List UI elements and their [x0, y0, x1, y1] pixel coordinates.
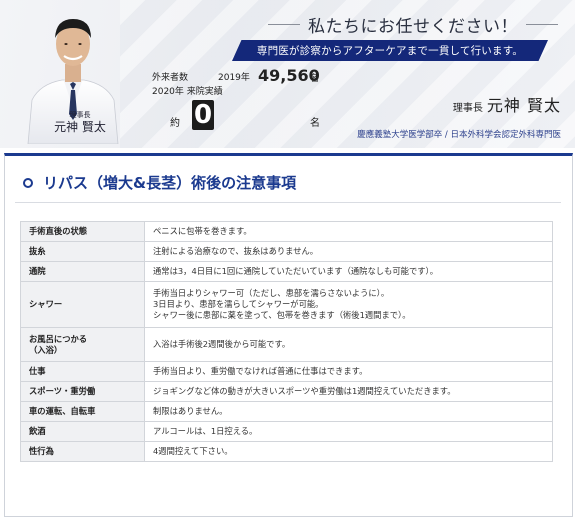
circle-bullet-icon — [23, 177, 33, 188]
table-row: 手術直後の状態 ペニスに包帯を巻きます。 — [20, 221, 553, 242]
outpatients-label: 外来者数 — [152, 73, 189, 83]
table-row: スポーツ・重労働 ジョギングなど体の動きが大きいスポーツや重労働は1週間控えていた… — [20, 381, 553, 402]
row-label: 通院 — [20, 261, 145, 282]
aftercare-table: 手術直後の状態 ペニスに包帯を巻きます。 抜糸 注射による治療なので、抜糸はありません… — [20, 221, 553, 462]
director-signature: 理事長 元神 賢太 慶應義塾大学医学部卒 / 日本外科学会認定外科専門医 — [357, 92, 561, 140]
subheadline-bar: 専門医が診察からアフターケアまで一貫して行います。 — [232, 40, 548, 61]
table-row: 飲酒 アルコールは、1日控える。 — [20, 421, 553, 442]
row-value: 通常は3，4日目に1回に通院していただいています（通院なしも可能です）。 — [144, 261, 553, 282]
headline-divider-right — [526, 23, 558, 25]
row-label: 車の運転、自転車 — [20, 401, 145, 422]
row-value: 入浴は手術後2週間後から可能です。 — [144, 327, 553, 362]
table-row: 車の運転、自転車 制限はありません。 — [20, 401, 553, 422]
row-label: 飲酒 — [20, 421, 145, 442]
director-name: 元神 賢太 — [486, 96, 561, 115]
doctor-caption: 理事長 元神 賢太 — [50, 111, 110, 134]
row-value: ペニスに包帯を巻きます。 — [144, 221, 553, 242]
row-value: ジョギングなど体の動きが大きいスポーツや重労働は1週間控えていただきます。 — [144, 381, 553, 402]
doctor-caption-title: 理事長 — [69, 111, 91, 119]
table-row: 通院 通常は3，4日目に1回に通院していただいています（通院なしも可能です）。 — [20, 261, 553, 282]
headline-text: 私たちにお任せください！ — [308, 16, 518, 37]
row-value: 4週間控えて下さい。 — [144, 441, 553, 462]
row-label: 性行為 — [20, 441, 145, 462]
row-label: お風呂につかる （入浴） — [20, 327, 145, 362]
director-role: 理事長 — [452, 103, 483, 114]
visits-label: 2020年 来院実績 — [152, 87, 223, 97]
section-divider — [15, 202, 561, 203]
visits-counter: 0 — [192, 100, 214, 130]
headline-divider-left — [268, 23, 300, 25]
outpatients-unit: 名 — [310, 74, 320, 84]
table-row: 抜糸 注射による治療なので、抜糸はありません。 — [20, 241, 553, 262]
section-title: リパス（増大&長茎）術後の注意事項 — [43, 174, 297, 192]
row-label: スポーツ・重労働 — [20, 381, 145, 402]
row-value: 手術当日よりシャワー可（ただし、患部を濡らさないように）。 3日目より、患部を濡… — [144, 281, 553, 328]
visits-unit: 名 — [310, 118, 320, 129]
table-row: シャワー 手術当日よりシャワー可（ただし、患部を濡らさないように）。 3日目より、… — [20, 281, 553, 328]
table-row: 仕事 手術当日より、重労働でなければ普通に仕事はできます。 — [20, 361, 553, 382]
headline: 私たちにお任せください！ — [268, 9, 558, 39]
row-label: 抜糸 — [20, 241, 145, 262]
doctor-caption-name: 元神 賢太 — [54, 120, 106, 134]
table-row: お風呂につかる （入浴） 入浴は手術後2週間後から可能です。 — [20, 327, 553, 362]
row-value: 注射による治療なので、抜糸はありません。 — [144, 241, 553, 262]
visits-approx: 約 — [170, 118, 180, 129]
row-value: 手術当日より、重労働でなければ普通に仕事はできます。 — [144, 361, 553, 382]
row-value: 制限はありません。 — [144, 401, 553, 422]
content-panel: リパス（増大&長茎）術後の注意事項 手術直後の状態 ペニスに包帯を巻きます。 抜糸注… — [4, 153, 573, 517]
director-credentials: 慶應義塾大学医学部卒 / 日本外科学会認定外科専門医 — [357, 130, 561, 140]
table-row: 性行為 4週間控えて下さい。 — [20, 441, 553, 462]
row-value: アルコールは、1日控える。 — [144, 421, 553, 442]
row-label: シャワー — [20, 281, 145, 328]
outpatients-year: 2019年 — [218, 73, 250, 83]
row-label: 仕事 — [20, 361, 145, 382]
row-label: 手術直後の状態 — [20, 221, 145, 242]
section-heading: リパス（増大&長茎）術後の注意事項 — [23, 172, 296, 193]
header-banner: 理事長 元神 賢太 私たちにお任せください！ 専門医が診察からアフターケアまで一… — [0, 0, 575, 148]
